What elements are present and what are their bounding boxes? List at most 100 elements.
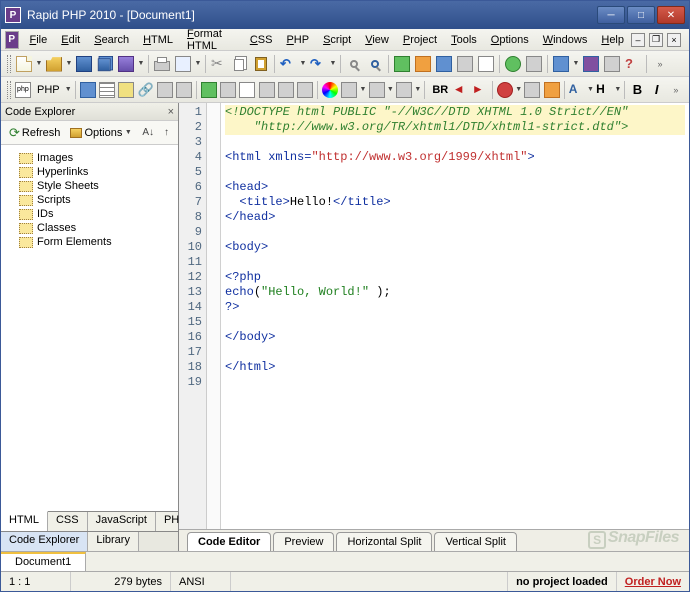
minimize-button[interactable]: ─ [597, 6, 625, 24]
tool-c-button[interactable] [434, 54, 454, 74]
menu-format-html[interactable]: Format HTML [180, 26, 243, 54]
language-dropdown[interactable]: ▼ [65, 86, 72, 93]
list-button[interactable] [238, 80, 256, 100]
publish-button[interactable] [602, 54, 622, 74]
indent-right-button[interactable]: ► [471, 80, 489, 100]
tree-item-style-sheets[interactable]: Style Sheets [5, 179, 174, 193]
br-button[interactable]: BR [428, 84, 450, 96]
color-button[interactable] [321, 80, 339, 100]
upload-dropdown[interactable]: ▼ [572, 60, 580, 67]
tool-b-button[interactable] [413, 54, 433, 74]
menu-edit[interactable]: Edit [54, 32, 87, 48]
open-dropdown[interactable]: ▼ [65, 60, 73, 67]
menu-script[interactable]: Script [316, 32, 358, 48]
menu-file[interactable]: File [23, 32, 55, 48]
menu-windows[interactable]: Windows [536, 32, 595, 48]
menu-view[interactable]: View [358, 32, 396, 48]
preview-browser-button[interactable] [173, 54, 193, 74]
options-button[interactable]: Options ▼ [66, 124, 136, 142]
new-dropdown[interactable]: ▼ [35, 60, 43, 67]
tool-chevrons[interactable]: » [650, 54, 670, 74]
redo-dropdown[interactable]: ▼ [329, 60, 337, 67]
span-button[interactable] [219, 80, 237, 100]
menu-project[interactable]: Project [396, 32, 444, 48]
preview-dropdown[interactable]: ▼ [194, 60, 202, 67]
document-tab[interactable]: Document1 [1, 552, 86, 571]
select-button[interactable] [277, 80, 295, 100]
lang-tab-css[interactable]: CSS [48, 512, 88, 531]
tree-item-scripts[interactable]: Scripts [5, 193, 174, 207]
lang-tab-javascript[interactable]: JavaScript [88, 512, 156, 531]
app-menu-icon[interactable]: P [5, 31, 19, 49]
open-button[interactable] [44, 54, 64, 74]
copy-button[interactable] [230, 54, 250, 74]
upload-button[interactable] [551, 54, 571, 74]
panel-tab-library[interactable]: Library [88, 532, 139, 551]
lang-tab-html[interactable]: HTML [1, 511, 48, 531]
tree-item-hyperlinks[interactable]: Hyperlinks [5, 165, 174, 179]
tool-d-button[interactable] [455, 54, 475, 74]
mdi-restore-button[interactable]: ❐ [649, 33, 663, 47]
menu-html[interactable]: HTML [136, 32, 180, 48]
tree-item-images[interactable]: Images [5, 151, 174, 165]
mdi-minimize-button[interactable]: – [631, 33, 645, 47]
image-button[interactable] [117, 80, 135, 100]
format-button[interactable] [524, 54, 544, 74]
close-button[interactable]: ✕ [657, 6, 685, 24]
fold-margin[interactable] [207, 103, 221, 529]
tag-button[interactable] [79, 80, 97, 100]
snippet-button[interactable] [395, 80, 413, 100]
undo-button[interactable]: ↶ [278, 54, 298, 74]
tree-view[interactable]: ImagesHyperlinksStyle SheetsScriptsIDsCl… [1, 145, 178, 511]
editor-tab-code-editor[interactable]: Code Editor [187, 532, 271, 551]
frame-button[interactable] [175, 80, 193, 100]
menu-css[interactable]: CSS [243, 32, 280, 48]
refresh-button[interactable]: ⟳ Refresh [5, 122, 64, 144]
replace-button[interactable] [365, 54, 385, 74]
toolbar2-grip[interactable] [7, 81, 11, 99]
mdi-close-button[interactable]: × [667, 33, 681, 47]
table-button[interactable] [98, 80, 116, 100]
tool-e-button[interactable] [476, 54, 496, 74]
panel-close-icon[interactable]: × [168, 106, 174, 118]
textarea-button[interactable] [296, 80, 314, 100]
heading-dropdown[interactable]: ▼ [614, 86, 621, 93]
bold-button[interactable]: B [628, 80, 646, 100]
char-dropdown[interactable]: ▼ [359, 86, 366, 93]
tree-item-ids[interactable]: IDs [5, 207, 174, 221]
indent-left-button[interactable]: ◄ [452, 80, 470, 100]
menu-options[interactable]: Options [484, 32, 536, 48]
tool2-chevrons[interactable]: » [667, 80, 685, 100]
comment-button[interactable] [496, 80, 514, 100]
save-button[interactable] [74, 54, 94, 74]
save-as-dropdown[interactable]: ▼ [137, 60, 145, 67]
toolbar-grip[interactable] [7, 55, 11, 73]
code-editor[interactable]: 12345678910111213141516171819 <!DOCTYPE … [179, 103, 689, 529]
anchor-button[interactable]: A [568, 80, 586, 100]
form-button[interactable] [156, 80, 174, 100]
editor-tab-preview[interactable]: Preview [273, 532, 334, 551]
div-button[interactable] [200, 80, 218, 100]
bookmark-button[interactable] [543, 80, 561, 100]
order-now-link[interactable]: Order Now [617, 576, 689, 588]
entity-dropdown[interactable]: ▼ [387, 86, 394, 93]
tree-item-form-elements[interactable]: Form Elements [5, 235, 174, 249]
italic-button[interactable]: I [648, 80, 666, 100]
uncomment-button[interactable] [523, 80, 541, 100]
ftp-button[interactable] [581, 54, 601, 74]
new-button[interactable] [14, 54, 34, 74]
redo-button[interactable]: ↷ [308, 54, 328, 74]
cut-button[interactable]: ✂ [209, 54, 229, 74]
snippet-dropdown[interactable]: ▼ [414, 86, 421, 93]
maximize-button[interactable]: □ [627, 6, 655, 24]
comment-dropdown[interactable]: ▼ [515, 86, 522, 93]
menu-php[interactable]: PHP [279, 32, 316, 48]
help-q-button[interactable]: ? [623, 54, 643, 74]
link-button[interactable]: 🔗 [136, 80, 154, 100]
tool-a-button[interactable] [392, 54, 412, 74]
anchor-dropdown[interactable]: ▼ [587, 86, 594, 93]
heading-button[interactable]: H [595, 80, 613, 100]
menu-tools[interactable]: Tools [444, 32, 484, 48]
validate-button[interactable] [503, 54, 523, 74]
char-button[interactable] [340, 80, 358, 100]
